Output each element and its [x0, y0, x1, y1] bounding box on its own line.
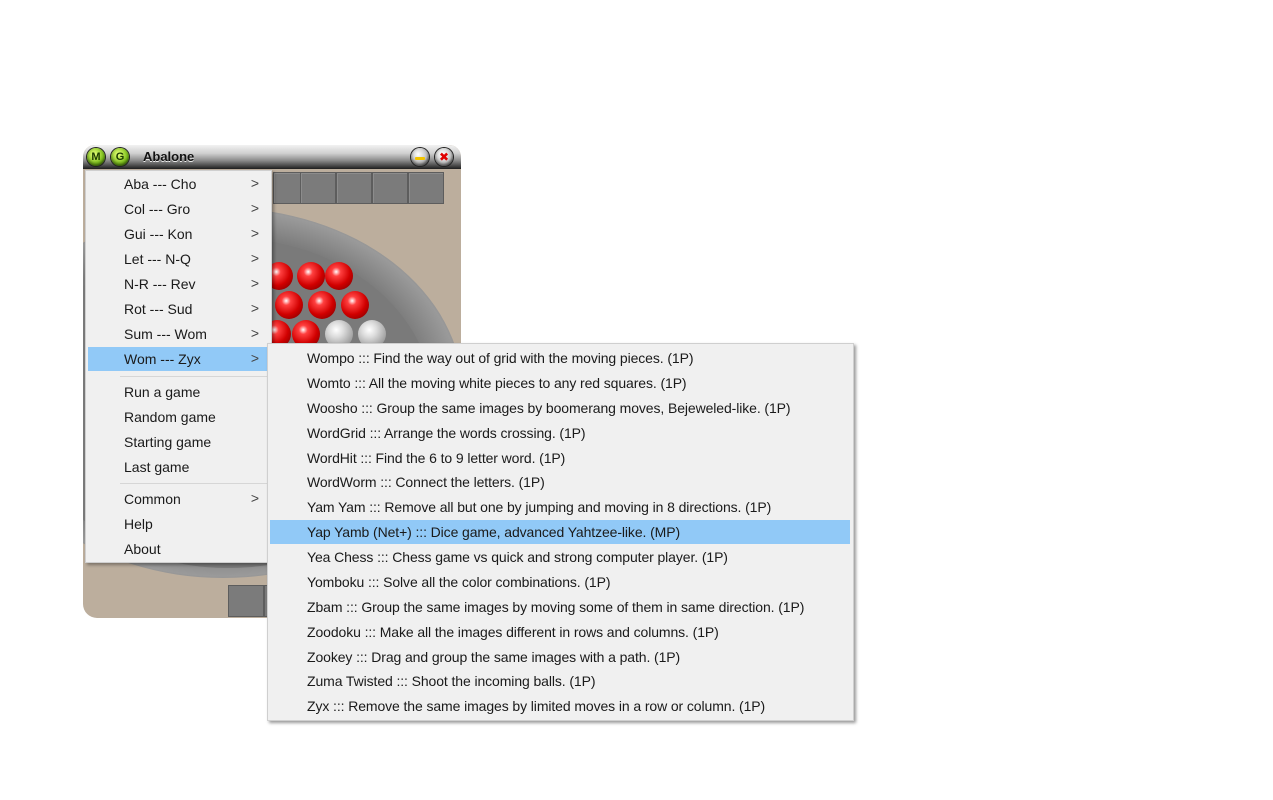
red-marble[interactable]	[297, 262, 325, 290]
chevron-right-icon: >	[250, 225, 259, 241]
menu-separator	[120, 376, 267, 377]
menu-m-button[interactable]: M	[87, 148, 105, 166]
chevron-right-icon: >	[250, 250, 259, 266]
slot	[300, 172, 336, 204]
submenu-item-womto[interactable]: Womto ::: All the moving white pieces to…	[270, 371, 850, 395]
submenu-item-label: Zoodoku ::: Make all the images differen…	[307, 624, 719, 640]
menu-item-help[interactable]: Help	[88, 513, 269, 536]
g-icon: G	[115, 151, 125, 163]
menu-item-aba-cho[interactable]: Aba --- Cho >	[88, 173, 269, 196]
m-icon: M	[91, 151, 101, 163]
submenu-item-label: Woosho ::: Group the same images by boom…	[307, 400, 791, 416]
submenu-item-woosho[interactable]: Woosho ::: Group the same images by boom…	[270, 396, 850, 420]
red-marble[interactable]	[308, 291, 336, 319]
slot	[336, 172, 372, 204]
menu-item-run-a-game[interactable]: Run a game	[88, 381, 269, 404]
submenu-item-label: WordHit ::: Find the 6 to 9 letter word.…	[307, 450, 566, 466]
menu-item-rot-sud[interactable]: Rot --- Sud >	[88, 298, 269, 321]
menu-item-random-game[interactable]: Random game	[88, 406, 269, 429]
submenu-item-label: WordGrid ::: Arrange the words crossing.…	[307, 425, 586, 441]
submenu-item-yap-yamb[interactable]: Yap Yamb (Net+) ::: Dice game, advanced …	[270, 520, 850, 544]
menu-item-label: Starting game	[124, 434, 212, 450]
title-bar[interactable]: M G Abalone ✖	[83, 145, 461, 169]
menu-item-col-gro[interactable]: Col --- Gro >	[88, 198, 269, 221]
submenu-item-label: Wompo ::: Find the way out of grid with …	[307, 350, 694, 366]
menu-item-label: Last game	[124, 459, 190, 475]
menu-item-label: Common	[124, 491, 181, 507]
submenu-item-label: Yap Yamb (Net+) ::: Dice game, advanced …	[307, 524, 681, 540]
submenu-item-zyx[interactable]: Zyx ::: Remove the same images by limite…	[270, 694, 850, 718]
chevron-right-icon: >	[250, 200, 259, 216]
submenu-item-zuma-twisted[interactable]: Zuma Twisted ::: Shoot the incoming ball…	[270, 669, 850, 693]
submenu-item-yea-chess[interactable]: Yea Chess ::: Chess game vs quick and st…	[270, 545, 850, 569]
chevron-right-icon: >	[250, 175, 259, 191]
menu-item-gui-kon[interactable]: Gui --- Kon >	[88, 223, 269, 246]
submenu-item-wordgrid[interactable]: WordGrid ::: Arrange the words crossing.…	[270, 421, 850, 445]
menu-item-label: Random game	[124, 409, 216, 425]
submenu-item-zookey[interactable]: Zookey ::: Drag and group the same image…	[270, 645, 850, 669]
menu-item-let-nq[interactable]: Let --- N-Q >	[88, 248, 269, 271]
menu-item-common[interactable]: Common >	[88, 488, 269, 511]
menu-item-label: Rot --- Sud	[124, 301, 193, 317]
chevron-right-icon: >	[250, 350, 259, 366]
menu-item-label: Let --- N-Q	[124, 251, 191, 267]
submenu-item-zoodoku[interactable]: Zoodoku ::: Make all the images differen…	[270, 620, 850, 644]
submenu-item-yam-yam[interactable]: Yam Yam ::: Remove all but one by jumpin…	[270, 495, 850, 519]
menu-item-wom-zyx[interactable]: Wom --- Zyx >	[88, 347, 269, 371]
menu-item-label: Help	[124, 516, 153, 532]
menu-g-button[interactable]: G	[111, 148, 129, 166]
menu-item-label: Run a game	[124, 384, 201, 400]
menu-item-label: N-R --- Rev	[124, 276, 196, 292]
submenu-item-label: WordWorm ::: Connect the letters. (1P)	[307, 474, 545, 490]
menu-item-sum-wom[interactable]: Sum --- Wom >	[88, 323, 269, 346]
games-submenu: Wompo ::: Find the way out of grid with …	[267, 343, 854, 721]
red-marble[interactable]	[341, 291, 369, 319]
chevron-right-icon: >	[250, 275, 259, 291]
submenu-item-wordhit[interactable]: WordHit ::: Find the 6 to 9 letter word.…	[270, 446, 850, 470]
close-icon: ✖	[438, 150, 450, 164]
submenu-item-wompo[interactable]: Wompo ::: Find the way out of grid with …	[270, 346, 850, 370]
menu-item-label: Gui --- Kon	[124, 226, 193, 242]
red-marble[interactable]	[275, 291, 303, 319]
chevron-right-icon: >	[250, 325, 259, 341]
chevron-right-icon: >	[250, 490, 259, 506]
submenu-item-label: Yea Chess ::: Chess game vs quick and st…	[307, 549, 728, 565]
close-button[interactable]: ✖	[435, 148, 453, 166]
red-marble[interactable]	[325, 262, 353, 290]
submenu-item-label: Zyx ::: Remove the same images by limite…	[307, 698, 766, 714]
menu-item-label: About	[124, 541, 161, 557]
menu-item-last-game[interactable]: Last game	[88, 456, 269, 479]
minimize-button[interactable]	[411, 148, 429, 166]
slot	[408, 172, 444, 204]
submenu-item-label: Yam Yam ::: Remove all but one by jumpin…	[307, 499, 772, 515]
window-title: Abalone	[143, 149, 195, 164]
menu-item-nr-rev[interactable]: N-R --- Rev >	[88, 273, 269, 296]
submenu-item-yomboku[interactable]: Yomboku ::: Solve all the color combinat…	[270, 570, 850, 594]
submenu-item-label: Zookey ::: Drag and group the same image…	[307, 649, 681, 665]
main-menu: Aba --- Cho > Col --- Gro > Gui --- Kon …	[85, 170, 272, 563]
slot	[228, 585, 264, 617]
menu-item-about[interactable]: About	[88, 538, 269, 561]
chevron-right-icon: >	[250, 300, 259, 316]
submenu-item-zbam[interactable]: Zbam ::: Group the same images by moving…	[270, 595, 850, 619]
menu-item-label: Col --- Gro	[124, 201, 191, 217]
submenu-item-wordworm[interactable]: WordWorm ::: Connect the letters. (1P)	[270, 470, 850, 494]
menu-item-label: Sum --- Wom	[124, 326, 207, 342]
submenu-item-label: Yomboku ::: Solve all the color combinat…	[307, 574, 611, 590]
menu-item-label: Wom --- Zyx	[124, 351, 201, 367]
slot	[372, 172, 408, 204]
menu-separator	[120, 483, 267, 484]
submenu-item-label: Zuma Twisted ::: Shoot the incoming ball…	[307, 673, 596, 689]
submenu-item-label: Zbam ::: Group the same images by moving…	[307, 599, 805, 615]
submenu-item-label: Womto ::: All the moving white pieces to…	[307, 375, 687, 391]
menu-item-label: Aba --- Cho	[124, 176, 197, 192]
menu-item-starting-game[interactable]: Starting game	[88, 431, 269, 454]
